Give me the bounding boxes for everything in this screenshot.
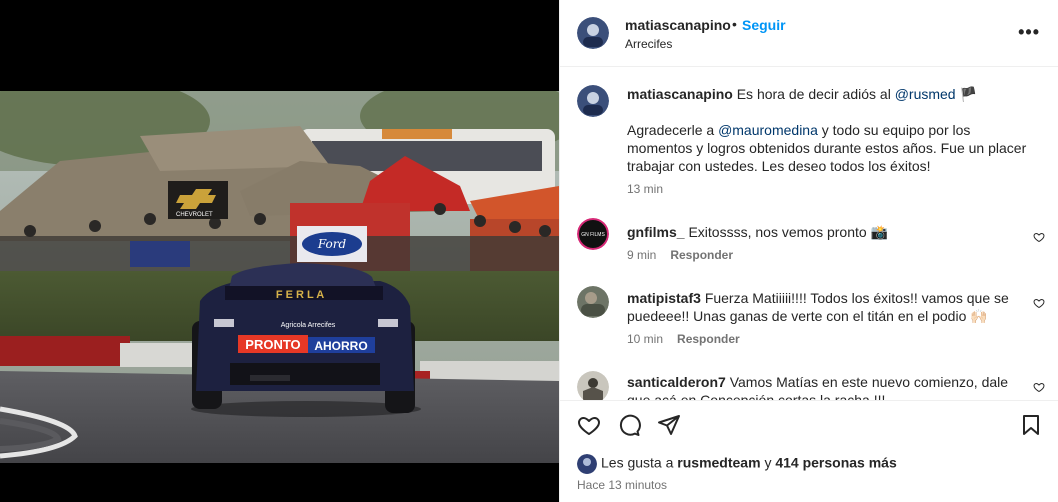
caption-time: 13 min (627, 182, 664, 196)
comment-time: 9 min (627, 248, 657, 262)
race-car-photo: CHEVROLET Ford F E R L A Agricola Arreci… (0, 91, 559, 463)
action-bar (560, 400, 1058, 450)
caption-p2-prefix: Agradecerle a (627, 122, 715, 138)
sponsor-pronto: PRONTO (245, 337, 300, 352)
separator-dot: • (732, 16, 737, 32)
like-comment-heart-icon[interactable] (1033, 231, 1045, 243)
author-avatar[interactable] (577, 17, 609, 49)
follow-button[interactable]: Seguir (742, 17, 786, 33)
share-paper-plane-icon[interactable] (657, 413, 681, 437)
reply-button[interactable]: Responder (677, 332, 740, 346)
post-timestamp[interactable]: Hace 13 minutos (577, 478, 667, 492)
commenter-avatar-gnfilms[interactable]: GN FILMS (577, 218, 609, 250)
likes-middle: y (764, 454, 772, 471)
likes-prefix: Les gusta a (601, 454, 674, 471)
liker-avatar[interactable] (577, 454, 597, 474)
instagram-post-modal: CHEVROLET Ford F E R L A Agricola Arreci… (0, 0, 1058, 502)
comment-meta: 10 min Responder (627, 332, 740, 346)
post-side-panel: matiascanapino • Seguir Arrecifes ••• ma… (559, 0, 1058, 502)
reply-button[interactable]: Responder (670, 248, 733, 262)
flag-emoji: 🏴 (959, 86, 977, 102)
comments-list[interactable]: matiascanapino Es hora de decir adiós al… (560, 68, 1058, 400)
caption-avatar[interactable] (577, 85, 609, 117)
comment-username[interactable]: santicalderon7 (627, 374, 726, 390)
like-comment-heart-icon[interactable] (1033, 297, 1045, 309)
car-sponsor-small: Agricola Arrecifes (281, 322, 336, 329)
caption-username[interactable]: matiascanapino (627, 86, 733, 102)
comment-bubble-icon[interactable] (617, 413, 641, 437)
svg-text:F E R L A: F E R L A (276, 289, 324, 301)
sponsor-ahorro: AHORRO (314, 339, 367, 353)
comment-meta: 9 min Responder (627, 248, 733, 262)
like-heart-icon[interactable] (577, 413, 601, 437)
like-comment-heart-icon[interactable] (1033, 381, 1045, 393)
comment-username[interactable]: matipistaf3 (627, 290, 701, 306)
mention-rusmed[interactable]: @rusmed (895, 86, 956, 102)
svg-text:GN FILMS: GN FILMS (581, 232, 605, 238)
comment-text: santicalderon7 Vamos Matías en este nuev… (627, 373, 1027, 400)
author-username[interactable]: matiascanapino (625, 17, 731, 33)
commenter-avatar-matipistaf3[interactable] (577, 286, 609, 318)
post-location[interactable]: Arrecifes (625, 37, 672, 51)
likes-summary: Les gusta a rusmedteam y 414 personas má… (577, 454, 897, 474)
mention-mauromedina[interactable]: @mauromedina (718, 122, 818, 138)
caption-text: matiascanapino Es hora de decir adiós al… (627, 85, 1027, 175)
post-header: matiascanapino • Seguir Arrecifes ••• (560, 0, 1058, 67)
post-media: CHEVROLET Ford F E R L A Agricola Arreci… (0, 0, 559, 502)
save-bookmark-icon[interactable] (1019, 413, 1043, 437)
more-options-icon[interactable]: ••• (1018, 22, 1040, 43)
comment-username[interactable]: gnfilms_ (627, 224, 685, 240)
likes-count[interactable]: 414 personas más (775, 455, 896, 471)
banner-chevrolet-text: CHEVROLET (176, 212, 213, 218)
comment-text: gnfilms_ Exitossss, nos vemos pronto 📸 (627, 223, 1027, 241)
caption-line1: Es hora de decir adiós al (736, 86, 891, 102)
commenter-avatar-santicalderon7[interactable] (577, 371, 609, 400)
comment-body: Exitossss, nos vemos pronto 📸 (688, 224, 888, 240)
comment-text: matipistaf3 Fuerza Matiiiii!!!! Todos lo… (627, 289, 1027, 325)
comment-time: 10 min (627, 332, 664, 346)
post-photo[interactable]: CHEVROLET Ford F E R L A Agricola Arreci… (0, 91, 559, 463)
banner-ford-text: Ford (317, 237, 347, 251)
liker-username[interactable]: rusmedteam (677, 455, 760, 471)
